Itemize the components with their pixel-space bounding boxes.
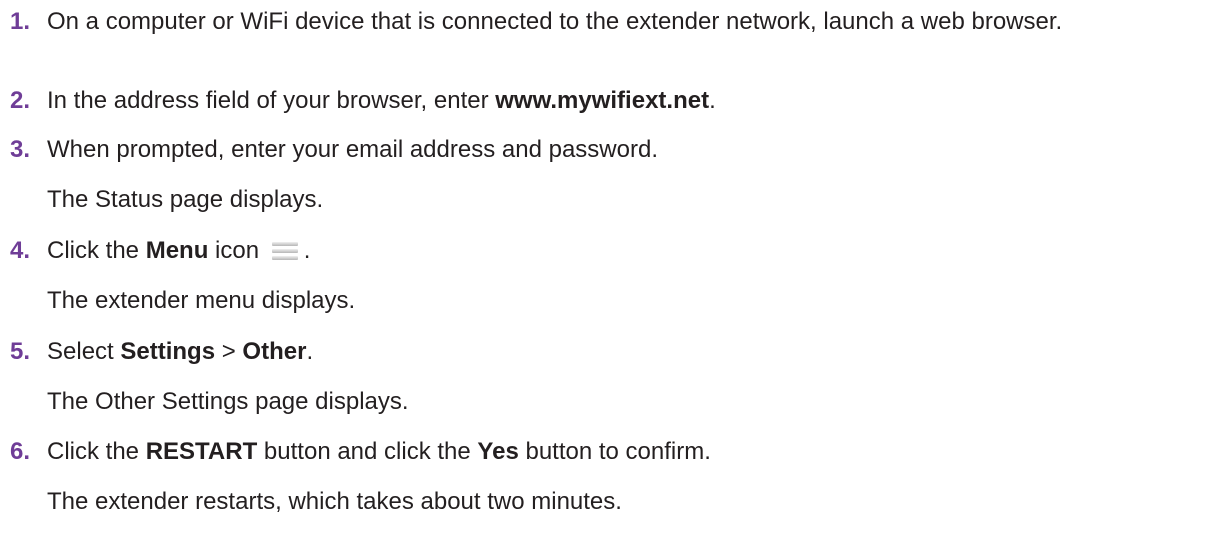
step-5: 5. Select Settings > Other. The Other Se… xyxy=(10,337,1200,416)
step-result: The extender menu displays. xyxy=(47,287,356,314)
step-3: 3. When prompted, enter your email addre… xyxy=(10,135,1200,214)
step-number: 2. xyxy=(10,87,31,114)
menu-icon xyxy=(270,239,304,261)
step-2: 2. In the address field of your browser,… xyxy=(10,86,1200,115)
step-4: 4. Click the Menu icon . The extender me… xyxy=(10,236,1200,315)
step-result: The Other Settings page displays. xyxy=(47,388,409,415)
step-number: 1. xyxy=(10,8,31,35)
step-text: In the address field of your browser, en… xyxy=(47,87,716,114)
menu-label: Menu xyxy=(145,237,209,264)
yes-label: Yes xyxy=(477,438,519,465)
step-text: When prompted, enter your email address … xyxy=(47,136,658,163)
step-result: The Status page displays. xyxy=(47,186,324,213)
step-number: 4. xyxy=(10,237,31,264)
settings-label: Settings xyxy=(120,338,216,365)
step-number: 6. xyxy=(10,438,31,465)
step-text: Click the RESTART button and click the Y… xyxy=(47,438,711,465)
step-text: Select Settings > Other. xyxy=(47,338,314,365)
step-number: 5. xyxy=(10,338,31,365)
step-number: 3. xyxy=(10,136,31,163)
step-1: 1. On a computer or WiFi device that is … xyxy=(10,7,1200,36)
restart-label: RESTART xyxy=(145,438,258,465)
other-label: Other xyxy=(242,338,307,365)
step-result: The extender restarts, which takes about… xyxy=(47,488,622,515)
step-text: On a computer or WiFi device that is con… xyxy=(47,8,1063,35)
step-text: Click the Menu icon . xyxy=(47,237,311,264)
step-6: 6. Click the RESTART button and click th… xyxy=(10,437,1200,516)
url-text: www.mywifiext.net xyxy=(495,87,710,114)
